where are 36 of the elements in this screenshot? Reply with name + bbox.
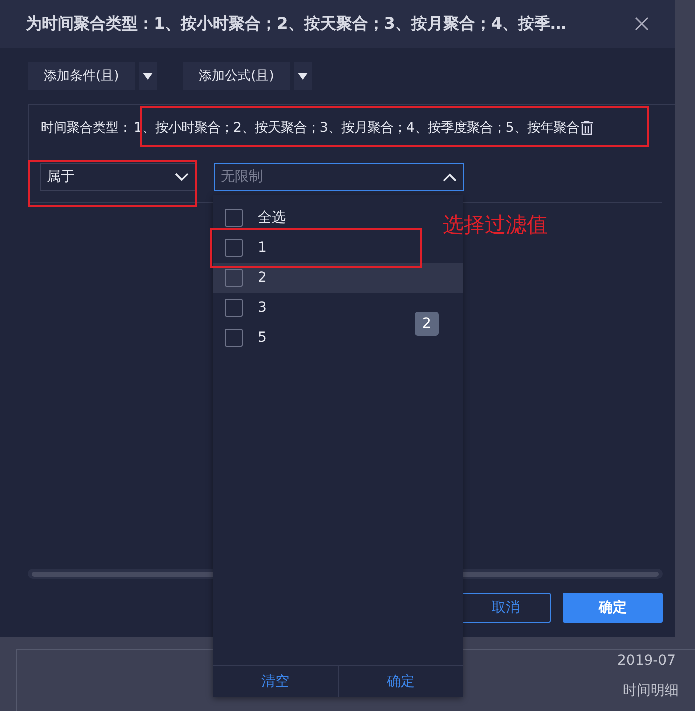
checkbox[interactable] (225, 299, 243, 317)
dropdown-option[interactable]: 5 (213, 323, 408, 353)
trash-icon[interactable] (581, 121, 594, 135)
dropdown-option[interactable]: 2 (213, 263, 408, 293)
annotation-text: 选择过滤值 (443, 212, 548, 239)
dropdown-option[interactable]: 1 (213, 233, 408, 263)
chevron-down-icon (175, 172, 189, 182)
count-badge: 2 (415, 312, 439, 336)
clear-button[interactable]: 清空 (213, 666, 338, 697)
value-select[interactable]: 无限制 (214, 163, 464, 191)
operator-select[interactable]: 属于 (40, 163, 196, 191)
checkbox[interactable] (225, 239, 243, 257)
checkbox[interactable] (225, 209, 243, 227)
caret-icon (143, 72, 154, 80)
dropdown-button[interactable] (294, 62, 312, 90)
table-cell: 时间明细 (623, 682, 679, 700)
option-label: 5 (258, 330, 267, 346)
confirm-button[interactable]: 确定 (338, 666, 463, 697)
dropdown-option[interactable]: 全选 (213, 203, 408, 233)
checkbox[interactable] (225, 329, 243, 347)
close-icon[interactable] (635, 17, 649, 31)
option-label: 3 (258, 300, 267, 316)
dialog-title: 为时间聚合类型：1、按小时聚合；2、按天聚合；3、按月聚合；4、按季… (26, 14, 567, 34)
add-button[interactable]: 添加条件(且) (28, 62, 136, 90)
option-label: 全选 (258, 209, 286, 227)
option-label: 1 (258, 240, 267, 256)
caret-icon (298, 72, 308, 80)
chevron-up-icon (443, 172, 457, 182)
checkbox[interactable] (225, 269, 243, 287)
add-button[interactable]: 添加公式(且) (183, 62, 290, 90)
table-cell: 2019-07 (618, 653, 676, 669)
dropdown-button[interactable] (139, 62, 158, 90)
condition-label: 时间聚合类型： (41, 120, 132, 137)
confirm-button[interactable]: 确定 (563, 593, 663, 623)
option-label: 2 (258, 270, 267, 286)
dropdown-option[interactable]: 3 (213, 293, 408, 323)
